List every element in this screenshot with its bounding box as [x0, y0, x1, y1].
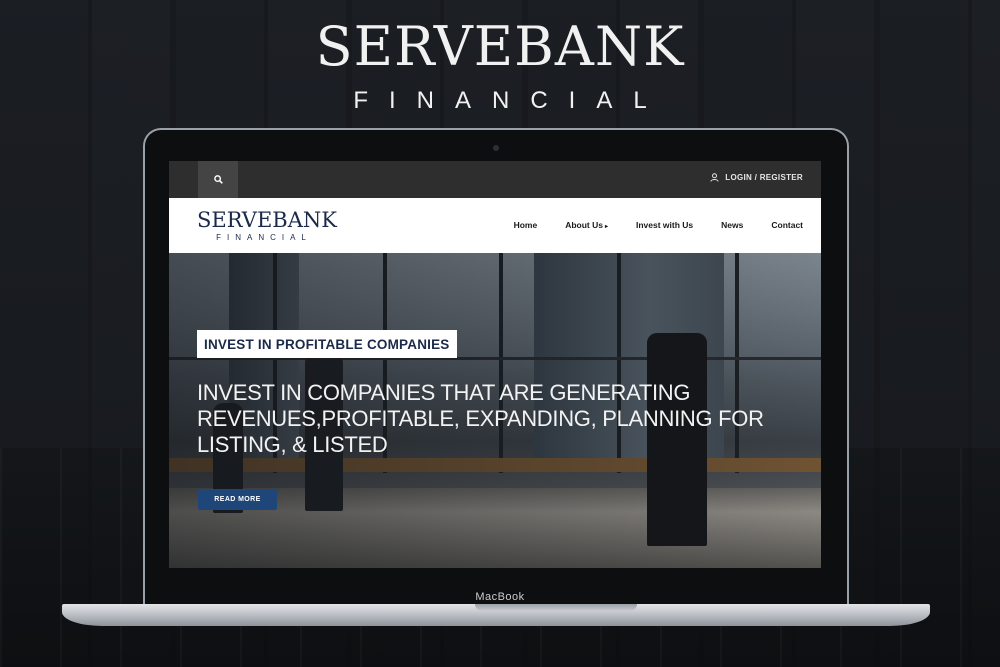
caret-right-icon: ▸ — [604, 224, 608, 230]
login-register-link[interactable]: LOGIN / REGISTER — [710, 173, 803, 182]
hero-brand: SERVEBANK FINANCIAL — [0, 12, 1000, 116]
nav-home[interactable]: Home — [514, 220, 538, 230]
site-navbar: SERVEBANK FINANCIAL Home About Us ▸ Inves… — [169, 198, 821, 253]
search-icon — [213, 175, 223, 184]
logo-sub: FINANCIAL — [216, 233, 312, 242]
brand-sub: FINANCIAL — [353, 87, 668, 114]
laptop-notch — [475, 604, 637, 611]
logo-name: SERVEBANK — [197, 208, 337, 232]
macbook-label: MacBook — [475, 591, 525, 603]
search-button[interactable] — [198, 161, 238, 198]
nav-news[interactable]: News — [721, 220, 743, 230]
nav-about-us[interactable]: About Us ▸ — [565, 220, 608, 230]
laptop-screen: LOGIN / REGISTER SERVEBANK FINANCIAL Hom… — [169, 161, 821, 568]
site-topbar: LOGIN / REGISTER — [169, 161, 821, 198]
main-menu: Home About Us ▸ Invest with Us News Conta… — [486, 220, 803, 230]
nav-about-label: About Us — [565, 220, 603, 230]
laptop-base — [62, 604, 930, 626]
site-logo[interactable]: SERVEBANK FINANCIAL — [197, 207, 337, 243]
hero-banner: INVEST IN PROFITABLE COMPANIES INVEST IN… — [169, 253, 821, 568]
nav-contact[interactable]: Contact — [771, 220, 803, 230]
camera-dot — [493, 145, 499, 151]
nav-invest-with-us[interactable]: Invest with Us — [636, 220, 693, 230]
read-more-button[interactable]: READ MORE — [198, 489, 277, 510]
brand-name: SERVEBANK — [315, 15, 685, 78]
login-label: LOGIN / REGISTER — [725, 173, 803, 182]
hero-headline: INVEST IN COMPANIES THAT ARE GENERATING … — [197, 380, 764, 457]
hero-badge: INVEST IN PROFITABLE COMPANIES — [197, 330, 457, 358]
user-icon — [710, 173, 719, 182]
